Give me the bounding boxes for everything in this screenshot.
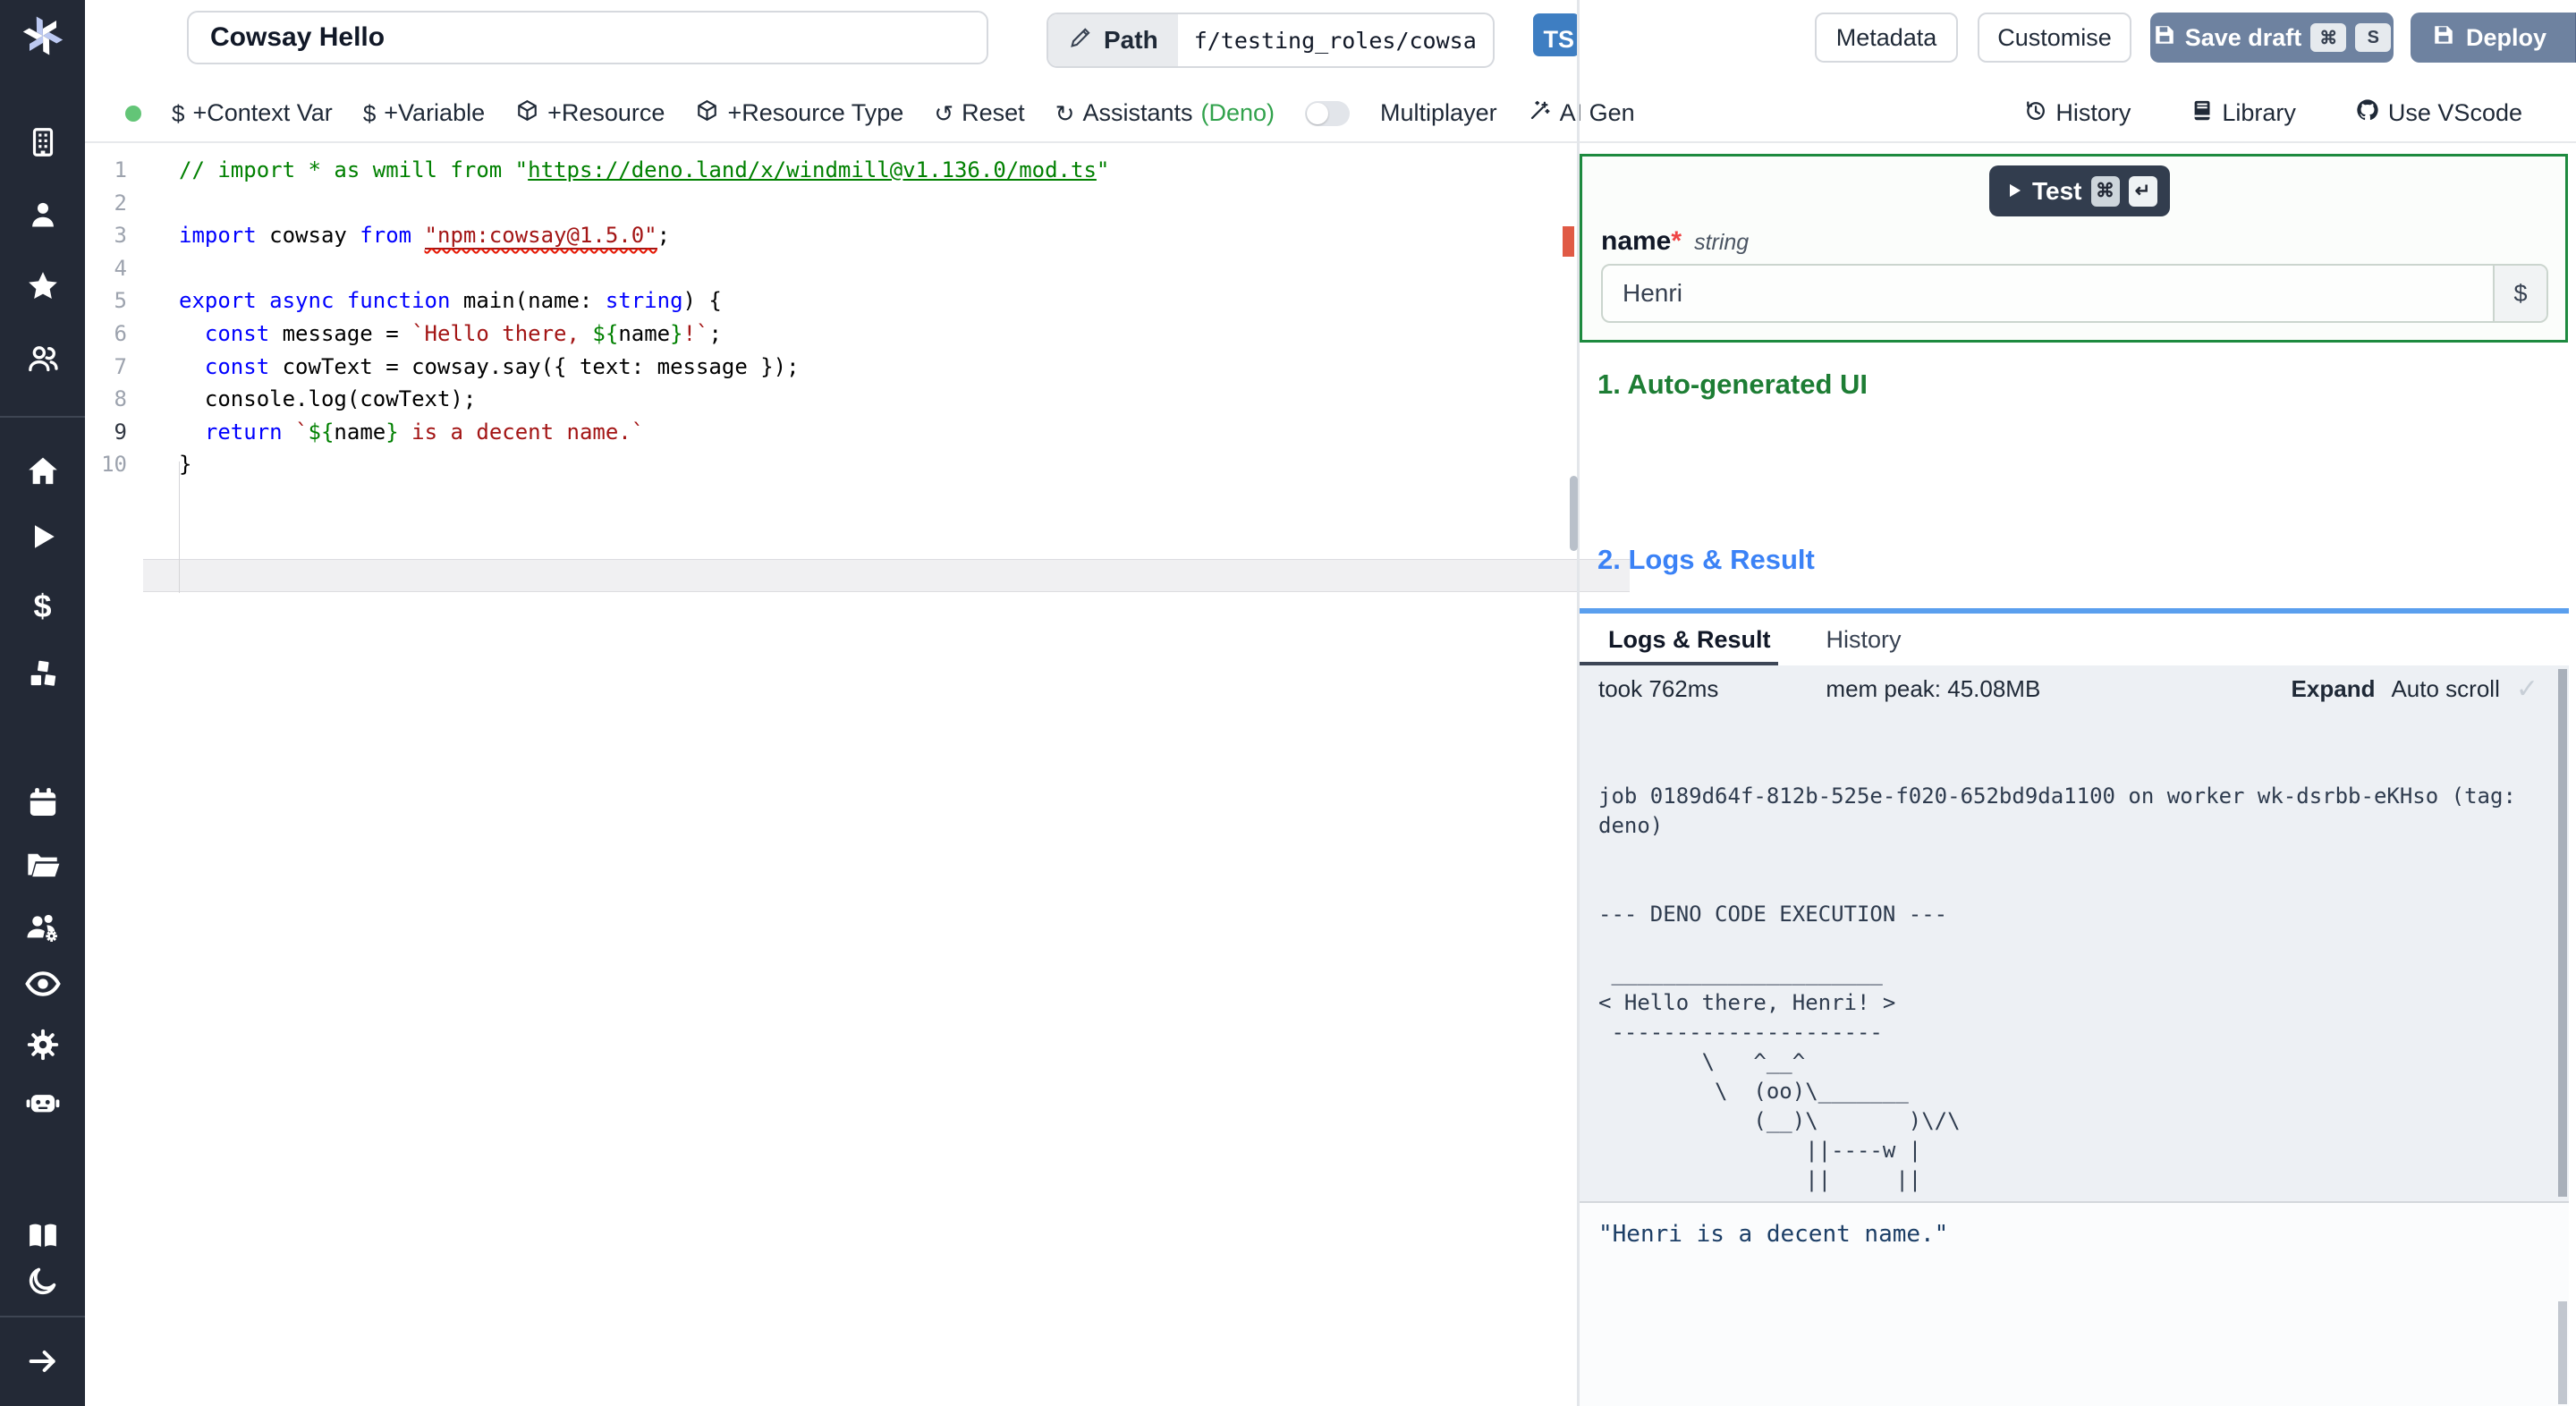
- code-editor[interactable]: 1 2 3 4 5 6 7 8 9 10 // import * as wmill from "h…: [85, 143, 1630, 1406]
- library-button[interactable]: Library: [2190, 98, 2296, 129]
- code-lines[interactable]: // import * as wmill from "https://deno.…: [179, 154, 1109, 481]
- history-button[interactable]: History: [2023, 98, 2131, 129]
- cmd-key-badge: ⌘: [2090, 175, 2120, 207]
- dollar-icon: $: [362, 99, 377, 127]
- log-text: job 0189d64f-812b-525e-f020-652bd9da1100…: [1598, 783, 2516, 1192]
- add-resource-button[interactable]: +Resource: [515, 98, 665, 129]
- test-args-panel: Test ⌘ ↵ name* string $: [1580, 154, 2568, 343]
- section-logs-result: 2. Logs & Result: [1597, 544, 1815, 575]
- save-draft-button[interactable]: Save draft ⌘ S: [2150, 13, 2394, 63]
- memory-stat: mem peak: 45.08MB: [1826, 674, 2041, 702]
- tabs-row: Logs & Result History: [1580, 614, 2569, 666]
- path-button[interactable]: Path f/testing_roles/cowsa: [1046, 13, 1495, 68]
- star-icon[interactable]: [0, 265, 85, 308]
- editor-toolbar: $ +Context Var $ +Variable +Resource +Re…: [85, 85, 2576, 143]
- expand-button[interactable]: Expand: [2292, 675, 2376, 703]
- users-gear-icon[interactable]: [0, 906, 85, 949]
- moon-icon[interactable]: [0, 1259, 85, 1302]
- book-open-icon[interactable]: [0, 1215, 85, 1258]
- field-name: name: [1601, 226, 1672, 256]
- deploy-button[interactable]: Deploy: [2411, 13, 2576, 63]
- duration-stat: took 762ms: [1598, 674, 1719, 702]
- error-overview-marker: [1563, 226, 1574, 257]
- splitter-handle[interactable]: [1570, 476, 1578, 551]
- tab-logs-result[interactable]: Logs & Result: [1608, 626, 1771, 654]
- script-title-input[interactable]: [187, 11, 988, 64]
- multiplayer-label[interactable]: Multiplayer: [1380, 99, 1497, 127]
- building-icon[interactable]: [0, 121, 85, 164]
- result-area: "Henri is a decent name.": [1580, 1201, 2569, 1406]
- tab-history[interactable]: History: [1826, 626, 1902, 654]
- insert-variable-button[interactable]: $: [2493, 266, 2546, 321]
- book-icon: [2190, 98, 2214, 129]
- assistants-lang: (Deno): [1200, 99, 1275, 126]
- save-icon: [2432, 23, 2455, 53]
- users-icon[interactable]: [0, 337, 85, 380]
- s-key-badge: S: [2355, 23, 2392, 52]
- name-input-group: $: [1601, 264, 2548, 323]
- section-auto-generated-ui: 1. Auto-generated UI: [1597, 368, 1868, 400]
- sidebar: $: [0, 0, 85, 1406]
- metadata-button[interactable]: Metadata: [1815, 13, 1958, 63]
- gear-icon[interactable]: [0, 1023, 85, 1066]
- github-icon: [2355, 97, 2380, 129]
- current-line-highlight: [143, 559, 1630, 592]
- robot-icon[interactable]: [0, 1080, 85, 1123]
- stats-row: took 762ms mem peak: 45.08MB Expand Auto…: [1580, 665, 2569, 712]
- calendar-icon[interactable]: [0, 781, 85, 824]
- eye-icon[interactable]: [0, 962, 85, 1005]
- status-dot: [125, 105, 141, 122]
- person-icon[interactable]: [0, 193, 85, 236]
- field-label: name* string: [1601, 226, 1749, 257]
- logs-scrollbar[interactable]: [2558, 669, 2567, 1197]
- home-icon[interactable]: [0, 450, 85, 493]
- save-icon: [2153, 23, 2176, 53]
- cubes-icon[interactable]: [0, 652, 85, 695]
- reset-button[interactable]: ↺ Reset: [934, 99, 1024, 127]
- customise-button[interactable]: Customise: [1978, 13, 2131, 63]
- logs-body: took 762ms mem peak: 45.08MB Expand Auto…: [1580, 665, 2569, 1201]
- dollar-icon[interactable]: $: [0, 585, 85, 628]
- result-scrollbar[interactable]: [2558, 1301, 2567, 1404]
- refresh-icon: ↻: [1055, 99, 1075, 127]
- topbar: Path f/testing_roles/cowsa TS Metadata C…: [85, 0, 2576, 85]
- dollar-icon: $: [172, 99, 185, 127]
- path-value: f/testing_roles/cowsa: [1193, 27, 1477, 54]
- gutter: 1 2 3 4 5 6 7 8 9 10: [101, 157, 127, 478]
- play-icon[interactable]: [0, 515, 85, 558]
- pencil-icon: [1068, 25, 1093, 56]
- result-value: "Henri is a decent name.": [1598, 1221, 1949, 1248]
- sidebar-divider: [0, 1316, 85, 1317]
- typescript-badge: TS: [1533, 13, 1580, 56]
- add-variable-button[interactable]: $ +Variable: [363, 99, 485, 127]
- windmill-logo[interactable]: [0, 14, 85, 57]
- add-resource-type-button[interactable]: +Resource Type: [695, 98, 903, 129]
- add-context-var-button[interactable]: $ +Context Var: [172, 99, 333, 127]
- logs-result-panel: Logs & Result History took 762ms mem pea…: [1580, 608, 2569, 1406]
- enter-key-badge: ↵: [2128, 175, 2157, 207]
- cmd-key-badge: ⌘: [2310, 23, 2347, 52]
- package-icon: [695, 98, 719, 129]
- indent-guide: [179, 462, 180, 593]
- test-button[interactable]: Test ⌘ ↵: [1989, 165, 2170, 216]
- field-type: string: [1694, 230, 1750, 255]
- name-input[interactable]: [1603, 266, 2493, 321]
- path-label: Path: [1104, 26, 1158, 54]
- use-vscode-button[interactable]: Use VScode: [2355, 97, 2522, 129]
- sidebar-divider: [0, 416, 85, 418]
- check-icon: ✓: [2515, 673, 2538, 704]
- arrow-right-icon[interactable]: [0, 1340, 85, 1383]
- clock-history-icon: [2023, 98, 2047, 129]
- ai-gen-button[interactable]: AI Gen: [1528, 98, 1635, 129]
- undo-icon: ↺: [934, 99, 954, 127]
- magic-wand-icon: [1528, 98, 1552, 129]
- autoscroll-toggle[interactable]: Auto scroll: [2391, 675, 2499, 703]
- package-icon: [515, 98, 539, 129]
- play-icon: [2005, 177, 2023, 206]
- required-asterisk: *: [1671, 226, 1682, 256]
- folder-icon[interactable]: [0, 843, 85, 886]
- multiplayer-toggle[interactable]: [1305, 100, 1351, 126]
- assistants-button[interactable]: ↻ Assistants (Deno): [1055, 99, 1275, 127]
